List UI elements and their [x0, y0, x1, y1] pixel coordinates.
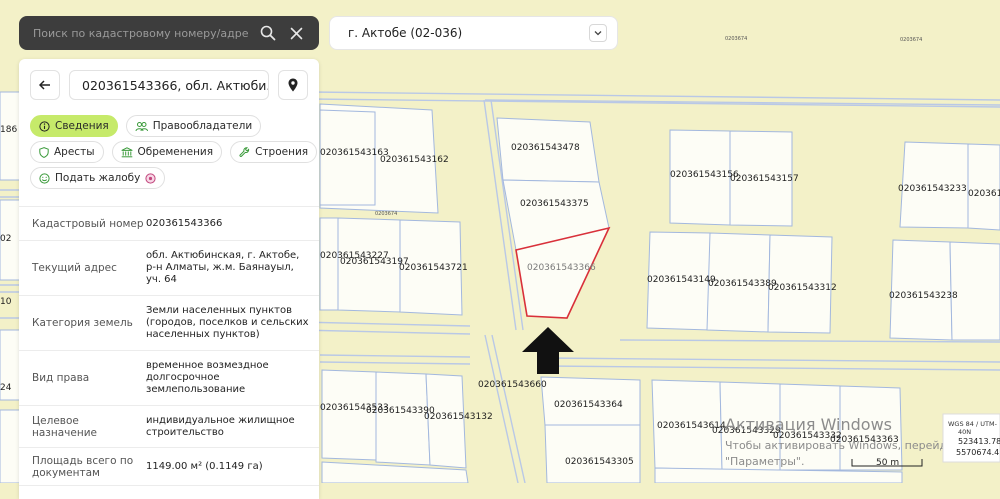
location-button[interactable]	[278, 70, 308, 100]
chevron-down-icon[interactable]	[589, 24, 607, 42]
bank-icon	[120, 146, 133, 157]
parcel-title: 020361543366, обл. Актюби...	[69, 70, 269, 100]
tab-obremeneniya[interactable]: Обременения	[111, 141, 223, 163]
svg-text:0203674: 0203674	[375, 211, 397, 217]
svg-text:WGS 84 / UTM-: WGS 84 / UTM-	[948, 420, 998, 428]
svg-text:020361543149: 020361543149	[647, 275, 716, 285]
tab-label: Правообладатели	[152, 120, 253, 132]
users-icon	[135, 121, 148, 131]
svg-text:523413.78: 523413.78	[958, 437, 1000, 446]
property-value: обл. Актюбинская, г. Актобе, р-н Алматы,…	[146, 250, 300, 285]
svg-text:020361543660: 020361543660	[478, 380, 547, 390]
svg-text:10: 10	[0, 297, 12, 307]
property-label: Текущий адрес	[32, 262, 117, 274]
svg-text:020361543366: 020361543366	[527, 263, 596, 273]
coordinate-readout: WGS 84 / UTM- 40N 523413.78 5570674.4	[942, 413, 1000, 463]
svg-text:020361543163: 020361543163	[320, 148, 389, 158]
property-row: Целевое назначение индивидуальное жилищн…	[19, 406, 319, 448]
svg-text:020361543375: 020361543375	[520, 199, 589, 209]
region-select-value: г. Актобе (02-036)	[348, 26, 463, 40]
svg-text:020361543157: 020361543157	[730, 174, 799, 184]
tab-stroeniya[interactable]: Строения	[230, 141, 318, 163]
tab-label: Подать жалобу	[55, 172, 141, 184]
svg-text:0203674: 0203674	[900, 37, 922, 43]
property-value: 020361543366	[146, 217, 223, 229]
smile-icon	[39, 172, 50, 184]
info-icon	[39, 120, 50, 132]
svg-text:Активация Windows: Активация Windows	[725, 415, 892, 434]
svg-text:020361543478: 020361543478	[511, 143, 580, 153]
tab-label: Строения	[255, 146, 309, 158]
svg-text:020361543389: 020361543389	[708, 279, 777, 289]
tab-pravoobladateli[interactable]: Правообладатели	[125, 115, 262, 137]
search-input[interactable]	[31, 25, 251, 41]
svg-text:020361543312: 020361543312	[768, 283, 837, 293]
svg-text:020361543721: 020361543721	[399, 263, 468, 273]
property-label: Площадь всего по документам	[32, 454, 134, 479]
svg-text:Чтобы активировать Windows, пе: Чтобы активировать Windows, перейдите	[725, 439, 968, 452]
property-row: Площадь всего по документам 1149.00 м² (…	[19, 448, 319, 486]
property-label: Вид права	[32, 372, 90, 384]
region-select[interactable]: г. Актобе (02-036)	[329, 16, 618, 50]
property-row: Кадастровый номер 020361543366	[19, 207, 319, 241]
search-icon[interactable]	[257, 22, 279, 44]
property-row: Текущий адрес обл. Актюбинская, г. Актоб…	[19, 241, 319, 296]
tab-podat-zhalobu[interactable]: Подать жалобу	[30, 167, 166, 189]
property-label: Кадастровый номер	[32, 217, 144, 230]
shield-icon	[39, 146, 49, 158]
wrench-icon	[239, 146, 250, 157]
arrow-left-icon	[39, 80, 50, 90]
property-row: Категория земель Земли населенных пункто…	[19, 296, 319, 351]
svg-text:0203674: 0203674	[725, 36, 747, 42]
search-bar	[19, 16, 319, 50]
tab-label: Сведения	[55, 120, 109, 132]
svg-text:020361543227: 020361543227	[320, 251, 389, 261]
svg-text:020361543132: 020361543132	[424, 412, 493, 422]
complaint-badge-icon	[145, 172, 156, 184]
tab-chips: Сведения Правообладатели Аресты Обремене…	[30, 115, 318, 193]
svg-text:020361543233: 020361543233	[898, 184, 967, 194]
svg-text:5570674.4: 5570674.4	[956, 448, 999, 457]
svg-text:020361543162: 020361543162	[380, 155, 449, 165]
property-value: временное возмездное долгосрочное землеп…	[146, 360, 269, 395]
svg-text:020361543305: 020361543305	[565, 457, 634, 467]
property-label: Целевое назначение	[32, 414, 97, 439]
tab-svedeniya[interactable]: Сведения	[30, 115, 118, 137]
property-row: Вид права временное возмездное долгосроч…	[19, 351, 319, 406]
tab-label: Обременения	[137, 146, 214, 158]
parcel-properties: Кадастровый номер 020361543366 Текущий а…	[19, 206, 319, 486]
property-value: Земли населенных пунктов (городов, посел…	[146, 305, 309, 340]
map-pin-icon	[288, 78, 298, 92]
svg-text:186: 186	[0, 125, 17, 135]
svg-text:24: 24	[0, 383, 12, 393]
parcel-info-panel: 020361543366, обл. Актюби... Сведения Пр…	[19, 59, 319, 499]
tab-aresty[interactable]: Аресты	[30, 141, 104, 163]
property-value: индивидуальное жилищное строительство	[146, 414, 295, 438]
back-button[interactable]	[30, 70, 60, 100]
svg-text:0203615431: 0203615431	[968, 189, 1000, 199]
property-value: 1149.00 м² (0.1149 га)	[146, 460, 263, 472]
svg-text:02: 02	[0, 234, 11, 244]
svg-text:020361543156: 020361543156	[670, 170, 739, 180]
svg-text:020361543364: 020361543364	[554, 400, 623, 410]
close-icon[interactable]	[285, 22, 307, 44]
svg-text:020361543238: 020361543238	[889, 291, 958, 301]
svg-text:40N: 40N	[958, 428, 971, 436]
property-label: Категория земель	[32, 317, 133, 329]
svg-text:"Параметры".: "Параметры".	[725, 455, 805, 468]
svg-text:50 m: 50 m	[876, 458, 899, 468]
tab-label: Аресты	[54, 146, 95, 158]
